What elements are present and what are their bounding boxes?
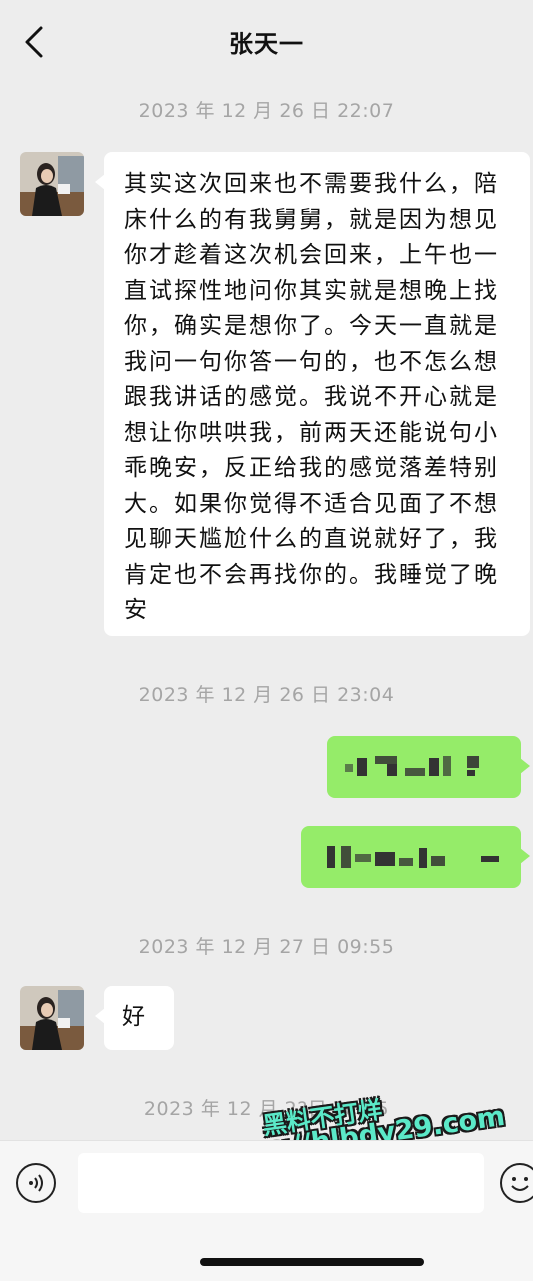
voice-icon xyxy=(29,1174,43,1192)
message-text: 好 xyxy=(122,1004,147,1030)
message-bubble-incoming[interactable]: 其实这次回来也不需要我什么，陪床什么的有我舅舅，就是因为想见你才趁着这次机会回来… xyxy=(95,152,530,636)
avatar-photo xyxy=(20,986,84,1050)
pixelated-text xyxy=(327,736,521,798)
timestamp: 2023 年 12 月 26 日 22:07 xyxy=(138,100,395,122)
emoji-button[interactable] xyxy=(500,1163,533,1203)
avatar[interactable] xyxy=(20,986,84,1050)
emoji-icon xyxy=(511,1177,529,1191)
chat-header: 张天一 xyxy=(0,0,533,80)
chat-title: 张天一 xyxy=(229,30,304,58)
avatar-photo xyxy=(20,152,84,216)
voice-button[interactable] xyxy=(16,1163,56,1203)
message-bubble-outgoing[interactable] xyxy=(301,826,530,888)
message-input[interactable] xyxy=(78,1153,484,1213)
message-bubble-outgoing[interactable] xyxy=(327,736,530,798)
avatar[interactable] xyxy=(20,152,84,216)
timestamp: 2023 年 12 月 26 日 23:04 xyxy=(138,684,395,706)
message-bubble-incoming[interactable]: 好 xyxy=(95,986,174,1050)
pixelated-text xyxy=(301,826,521,888)
timestamp: 2023 年 12 月 27 日 09:55 xyxy=(138,936,395,958)
message-text: 其实这次回来也不需要我什么，陪床什么的有我舅舅，就是因为想见你才趁着这次机会回来… xyxy=(124,171,499,623)
home-indicator xyxy=(200,1258,424,1266)
